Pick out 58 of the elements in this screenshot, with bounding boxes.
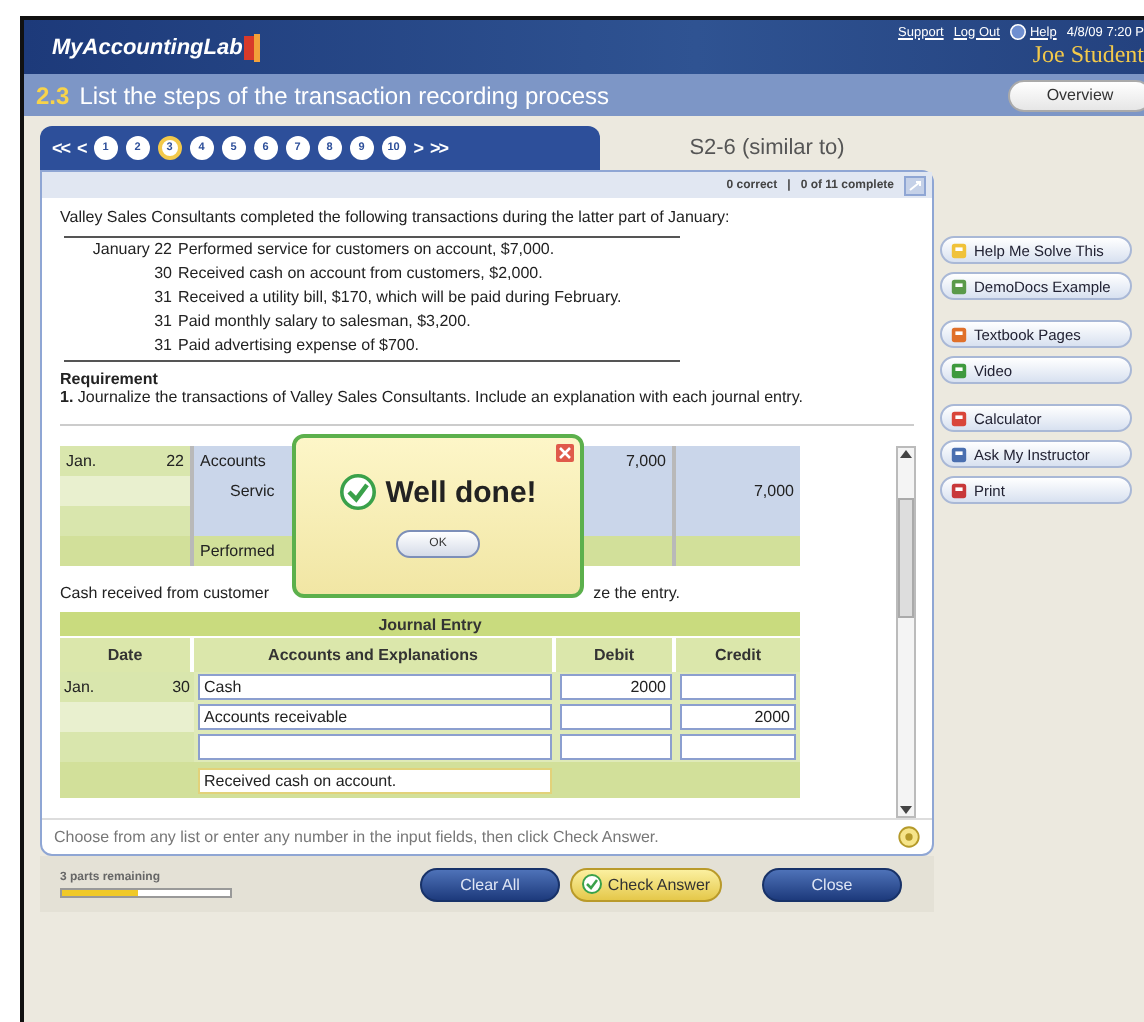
account-field[interactable]: Cash [198, 674, 552, 700]
requirement-text: 1. Journalize the transactions of Valley Sales Consultants. Include an explanation with each journal entry. [60, 388, 805, 406]
transaction-text: Paid advertising expense of $700. [178, 336, 422, 354]
date-day: 30 [172, 678, 190, 696]
instruction-text: ze the entry. [593, 584, 680, 602]
transaction-date: 30 [152, 264, 172, 282]
dialog-message: Well done! [385, 475, 537, 509]
check-icon [581, 874, 602, 894]
scroll-up-icon[interactable] [900, 448, 912, 460]
transaction-date: 31 [152, 288, 172, 306]
account-name: Performed [200, 542, 275, 560]
account-name: Servic [230, 482, 275, 500]
requirement-heading: Requirement [60, 370, 160, 388]
column-header: Credit [676, 638, 800, 672]
section-title: List the steps of the transaction recording process [79, 81, 609, 109]
expand-icon[interactable] [904, 175, 926, 195]
instruction-text: Cash received from customer [60, 584, 269, 602]
transaction-date: 31 [152, 336, 172, 354]
transaction-date: January 22 [90, 240, 172, 258]
check-answer-button[interactable]: Check Answer [570, 867, 722, 901]
date-day: 22 [166, 452, 184, 470]
column-header: Debit [556, 638, 676, 672]
problem-label: S2-6 (similar to) [687, 136, 847, 160]
date-month: Jan. [66, 452, 97, 470]
transaction-text: Received cash on account from customers, $2,000. [178, 264, 545, 282]
transaction-date: 31 [152, 312, 172, 330]
transaction-text: Received a utility bill, $170, which will be paid during February. [178, 288, 624, 306]
date-month: Jan. [64, 678, 95, 696]
column-header: Date [60, 638, 194, 672]
table-cell [60, 506, 194, 536]
scrollbar[interactable] [896, 446, 916, 818]
help-icon[interactable] [898, 826, 920, 848]
table-cell [60, 702, 194, 732]
account-name: Accounts [200, 452, 266, 470]
table-cell [676, 762, 800, 798]
action-button[interactable]: Close [762, 867, 902, 901]
action-button[interactable]: Clear All [420, 867, 560, 901]
table-cell [676, 536, 800, 566]
logo-icon [244, 33, 261, 61]
transaction-text: Paid monthly salary to salesman, $3,200. [178, 312, 473, 330]
credit-field[interactable]: 2000 [680, 704, 796, 730]
close-icon[interactable] [556, 444, 574, 462]
check-circle-icon [339, 474, 376, 510]
account-field[interactable]: Accounts receivable [198, 704, 552, 730]
section-number: 2.3 [36, 81, 70, 109]
problem-text: Valley Sales Consultants completed the following transactions during the latter part of January: [60, 208, 732, 226]
debit-field[interactable]: 2000 [560, 674, 672, 700]
logo-text: MyAccountingLab [52, 35, 243, 59]
column-header: Accounts and Explanations [194, 638, 556, 672]
credit-amount: 7,000 [753, 482, 794, 500]
user-name: Joe Student [1032, 40, 1144, 70]
explanation-field[interactable]: Received cash on account. [198, 767, 552, 793]
overview-button[interactable]: Overview [1008, 79, 1144, 111]
scroll-down-icon[interactable] [900, 804, 912, 816]
transaction-text: Performed service for customers on account, $7,000. [178, 240, 557, 258]
debit-amount: 7,000 [625, 452, 666, 470]
hint-text: Choose from any list or enter any number in the input fields, then click Check Answer. [54, 828, 659, 846]
table-title: Journal Entry [60, 612, 800, 638]
